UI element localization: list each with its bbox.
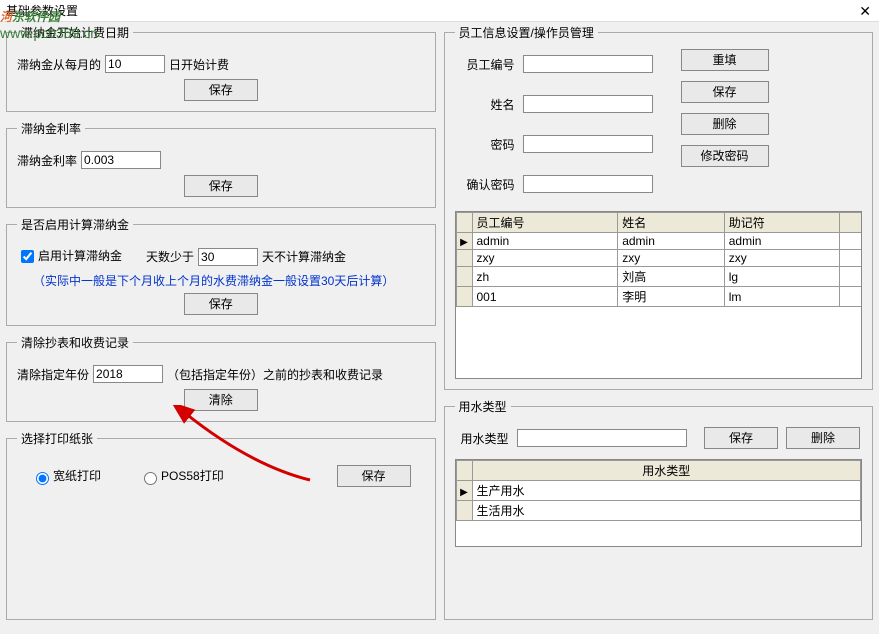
water-type-input[interactable]	[517, 429, 687, 447]
window-title: 基础参数设置	[6, 2, 78, 19]
legend: 清除抄表和收费记录	[17, 334, 133, 351]
col-emp-mnemonic[interactable]: 助记符	[724, 213, 839, 233]
label: 密码	[455, 136, 515, 153]
label: （包括指定年份）之前的抄表和收费记录	[167, 366, 383, 383]
label: 清除指定年份	[17, 366, 89, 383]
label: 天不计算滞纳金	[262, 248, 346, 265]
group-late-fee-start: 滞纳金开始计费日期 滞纳金从每月的 日开始计费 保存	[6, 24, 436, 112]
change-pwd-button[interactable]: 修改密码	[681, 145, 769, 167]
wide-paper-radio[interactable]	[36, 472, 49, 485]
legend: 滞纳金开始计费日期	[17, 24, 133, 41]
label: 天数少于	[146, 248, 194, 265]
emp-name-input[interactable]	[523, 95, 653, 113]
days-input[interactable]	[198, 248, 258, 266]
employee-table[interactable]: 员工编号 姓名 助记符 ▶adminadminadminzxyzxyzxyzh刘…	[455, 211, 863, 379]
enable-checkbox[interactable]	[21, 250, 34, 263]
emp-id-input[interactable]	[523, 55, 653, 73]
legend: 选择打印纸张	[17, 430, 97, 447]
legend: 用水类型	[455, 398, 511, 415]
col-blank	[839, 213, 861, 233]
note-text: （实际中一般是下个月收上个月的水费滞纳金一般设置30天后计算）	[33, 272, 425, 289]
pos58-radio[interactable]	[144, 472, 157, 485]
table-row[interactable]: ▶生产用水	[456, 481, 861, 501]
clear-button[interactable]: 清除	[184, 389, 258, 411]
label: 滞纳金利率	[17, 152, 77, 169]
label: 日开始计费	[169, 56, 229, 73]
year-input[interactable]	[93, 365, 163, 383]
col-emp-id[interactable]: 员工编号	[472, 213, 618, 233]
save-button[interactable]: 保存	[184, 293, 258, 315]
enable-checkbox-label[interactable]: 启用计算滞纳金	[17, 247, 122, 266]
group-enable-late-fee: 是否启用计算滞纳金 启用计算滞纳金 天数少于 天不计算滞纳金 （实际中一般是下个…	[6, 216, 436, 326]
group-print-paper: 选择打印纸张 宽纸打印 POS58打印 保存	[6, 430, 436, 620]
save-button[interactable]: 保存	[704, 427, 778, 449]
label: 姓名	[455, 96, 515, 113]
row-head	[456, 213, 472, 233]
rate-input[interactable]	[81, 151, 161, 169]
label: 员工编号	[455, 56, 515, 73]
col-emp-name[interactable]: 姓名	[618, 213, 725, 233]
legend: 滞纳金利率	[17, 120, 85, 137]
group-clear-records: 清除抄表和收费记录 清除指定年份 （包括指定年份）之前的抄表和收费记录 清除	[6, 334, 436, 422]
table-row[interactable]: 001李明lm	[456, 287, 861, 307]
group-employee: 员工信息设置/操作员管理 员工编号 姓名 密码 确认密码 重填 保存 删除 修改…	[444, 24, 874, 390]
col-water-type[interactable]: 用水类型	[472, 461, 861, 481]
table-row[interactable]: 生活用水	[456, 501, 861, 521]
save-button[interactable]: 保存	[184, 79, 258, 101]
close-icon[interactable]: ✕	[859, 3, 871, 20]
row-head	[456, 461, 472, 481]
group-water-type: 用水类型 用水类型 保存 删除 用水类型 ▶生产用水生活用水	[444, 398, 874, 620]
label: 确认密码	[455, 176, 515, 193]
pos58-radio-label[interactable]: POS58打印	[139, 467, 224, 485]
emp-pwd-input[interactable]	[523, 135, 653, 153]
label: 用水类型	[461, 430, 509, 447]
table-row[interactable]: zh刘高lg	[456, 267, 861, 287]
reset-button[interactable]: 重填	[681, 49, 769, 71]
legend: 员工信息设置/操作员管理	[455, 24, 598, 41]
group-late-fee-rate: 滞纳金利率 滞纳金利率 保存	[6, 120, 436, 208]
save-button[interactable]: 保存	[337, 465, 411, 487]
start-day-input[interactable]	[105, 55, 165, 73]
emp-pwd2-input[interactable]	[523, 175, 653, 193]
save-button[interactable]: 保存	[184, 175, 258, 197]
water-type-table[interactable]: 用水类型 ▶生产用水生活用水	[455, 459, 863, 547]
wide-paper-radio-label[interactable]: 宽纸打印	[31, 467, 101, 485]
table-row[interactable]: zxyzxyzxy	[456, 250, 861, 267]
delete-button[interactable]: 删除	[786, 427, 860, 449]
label: 滞纳金从每月的	[17, 56, 101, 73]
legend: 是否启用计算滞纳金	[17, 216, 133, 233]
delete-button[interactable]: 删除	[681, 113, 769, 135]
save-button[interactable]: 保存	[681, 81, 769, 103]
table-row[interactable]: ▶adminadminadmin	[456, 233, 861, 250]
